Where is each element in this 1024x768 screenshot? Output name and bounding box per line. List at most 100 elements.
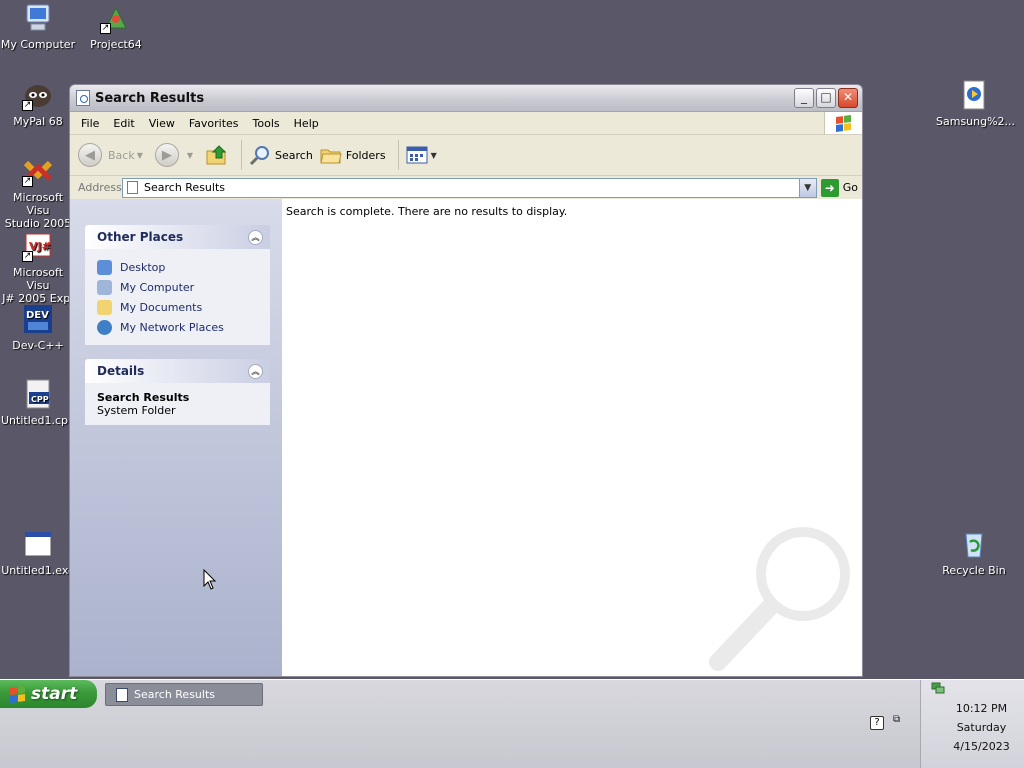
- system-tray: 10:12 PM Saturday 4/15/2023: [920, 680, 1024, 768]
- restore-window-icon[interactable]: ⧉: [893, 714, 900, 725]
- desktop-icon-untitled-exe[interactable]: Untitled1.exe: [0, 528, 76, 577]
- task-pane: Other Places ︽ Desktop My Computer My Do…: [70, 199, 282, 676]
- forward-arrow-icon: ▶: [154, 143, 179, 167]
- go-label: Go: [842, 181, 858, 194]
- taskbar-item-search-results[interactable]: Search Results: [105, 683, 263, 706]
- forward-button[interactable]: ▶ ▼: [154, 143, 199, 167]
- details-body: Search Results System Folder: [85, 383, 270, 425]
- up-folder-button[interactable]: [205, 143, 229, 167]
- other-places-panel: Other Places ︽ Desktop My Computer My Do…: [85, 225, 270, 345]
- desktop-icon-mypal[interactable]: ↗ MyPal 68: [0, 79, 76, 128]
- shortcut-arrow-icon: ↗: [22, 100, 33, 111]
- network-tray-icon[interactable]: [931, 682, 945, 694]
- desktop-icon-label: My Computer: [0, 38, 76, 51]
- desktop-icon-vj-sharp[interactable]: VJ# ↗ Microsoft Visu J# 2005 Exp.: [0, 230, 76, 305]
- folders-button[interactable]: Folders: [319, 143, 386, 167]
- desktop-icon-dev-cpp[interactable]: DEV Dev-C++: [0, 303, 76, 352]
- shortcut-arrow-icon: ↗: [100, 23, 111, 34]
- dev-cpp-icon: DEV: [22, 303, 54, 335]
- address-input[interactable]: Search Results ▼: [122, 177, 817, 198]
- clock[interactable]: 10:12 PM Saturday 4/15/2023: [921, 699, 1024, 756]
- chevron-down-icon[interactable]: ▼: [187, 151, 193, 160]
- search-button[interactable]: Search: [248, 143, 313, 167]
- taskbar: start Search Results ? ⧉ 10:12 PM Saturd…: [0, 679, 1024, 768]
- search-folder-icon: [76, 90, 90, 106]
- collapse-chevron-icon[interactable]: ︽: [248, 230, 263, 245]
- window-title: Search Results: [95, 90, 205, 106]
- address-dropdown-icon[interactable]: ▼: [798, 178, 816, 197]
- maximize-button[interactable]: □: [816, 88, 836, 108]
- title-bar[interactable]: Search Results _ □ ✕: [70, 85, 862, 112]
- desktop-icon-label: Recycle Bin: [942, 564, 1006, 577]
- help-icon[interactable]: ?: [870, 716, 884, 730]
- mypal-icon: ↗: [22, 79, 54, 111]
- menu-view[interactable]: View: [142, 117, 182, 130]
- place-link-my-network-places[interactable]: My Network Places: [97, 317, 260, 337]
- network-icon: [97, 319, 112, 335]
- svg-text:DEV: DEV: [26, 310, 49, 321]
- window-content: Other Places ︽ Desktop My Computer My Do…: [70, 199, 862, 676]
- clock-time: 10:12 PM: [955, 702, 1008, 715]
- recycle-bin-icon: [958, 528, 990, 560]
- shortcut-arrow-icon: ↗: [22, 251, 33, 262]
- other-places-title: Other Places: [97, 230, 184, 244]
- details-panel: Details ︽ Search Results System Folder: [85, 359, 270, 425]
- search-results-window: Search Results _ □ ✕ File Edit View Favo…: [69, 84, 863, 677]
- desktop-icon-project64[interactable]: ↗ Project64: [78, 2, 154, 51]
- minimize-button[interactable]: _: [794, 88, 814, 108]
- place-link-desktop[interactable]: Desktop: [97, 257, 260, 277]
- chevron-down-icon[interactable]: ▼: [431, 151, 437, 160]
- place-link-my-documents[interactable]: My Documents: [97, 297, 260, 317]
- address-label: Address: [78, 181, 122, 194]
- views-button[interactable]: ▼: [405, 145, 443, 165]
- views-icon: [406, 146, 428, 164]
- desktop-icon: [97, 259, 112, 275]
- computer-icon: [97, 279, 112, 295]
- visual-studio-icon: ↗: [22, 155, 54, 187]
- place-link-my-computer[interactable]: My Computer: [97, 277, 260, 297]
- clock-date: 4/15/2023: [953, 740, 1010, 753]
- media-file-icon: [958, 79, 990, 111]
- mouse-cursor-icon: [203, 569, 217, 590]
- back-button[interactable]: ◀ Back ▼: [78, 143, 149, 167]
- address-bar: Address Search Results ▼ ➜ Go: [70, 176, 862, 200]
- address-value: Search Results: [144, 181, 226, 194]
- back-arrow-icon: ◀: [78, 143, 102, 167]
- desktop-icon-label: Untitled1.cpp: [0, 414, 76, 427]
- go-arrow-icon: ➜: [820, 178, 839, 197]
- desktop-icon-label: Samsung%2...: [936, 115, 1016, 128]
- start-button[interactable]: start: [0, 680, 97, 708]
- search-folder-icon: [127, 181, 138, 194]
- desktop-icon-recycle-bin[interactable]: Recycle Bin: [936, 528, 1012, 577]
- collapse-chevron-icon[interactable]: ︽: [248, 364, 263, 379]
- search-icon: [249, 146, 270, 166]
- go-button[interactable]: ➜ Go: [820, 178, 858, 197]
- menu-help[interactable]: Help: [287, 117, 326, 130]
- results-message: Search is complete. There are no results…: [286, 205, 568, 218]
- menu-favorites[interactable]: Favorites: [182, 117, 246, 130]
- magnifier-watermark-icon: [709, 527, 850, 671]
- chevron-down-icon[interactable]: ▼: [137, 151, 143, 160]
- details-item-type: System Folder: [97, 404, 176, 417]
- desktop-icon-visual-studio[interactable]: ↗ Microsoft Visu Studio 2005: [0, 155, 76, 230]
- other-places-body: Desktop My Computer My Documents My Netw…: [85, 249, 270, 345]
- search-folder-icon: [116, 687, 128, 702]
- menu-edit[interactable]: Edit: [106, 117, 141, 130]
- start-label: start: [31, 684, 78, 704]
- windows-logo-icon: [10, 685, 25, 703]
- desktop-icon-label: Project64: [90, 38, 142, 51]
- close-button[interactable]: ✕: [838, 88, 858, 108]
- folders-label: Folders: [345, 148, 386, 162]
- results-pane[interactable]: Search is complete. There are no results…: [282, 199, 862, 676]
- desktop-icon-my-computer[interactable]: My Computer: [0, 2, 76, 51]
- documents-folder-icon: [97, 299, 112, 315]
- menu-bar: File Edit View Favorites Tools Help: [70, 112, 862, 135]
- computer-icon: [22, 2, 54, 34]
- menu-tools[interactable]: Tools: [246, 117, 287, 130]
- details-header[interactable]: Details ︽: [85, 359, 270, 383]
- other-places-header[interactable]: Other Places ︽: [85, 225, 270, 249]
- desktop-icon-untitled-cpp[interactable]: CPP Untitled1.cpp: [0, 378, 76, 427]
- menu-file[interactable]: File: [74, 117, 106, 130]
- taskbar-item-label: Search Results: [134, 688, 216, 701]
- desktop-icon-samsung-media[interactable]: Samsung%2...: [936, 79, 1016, 128]
